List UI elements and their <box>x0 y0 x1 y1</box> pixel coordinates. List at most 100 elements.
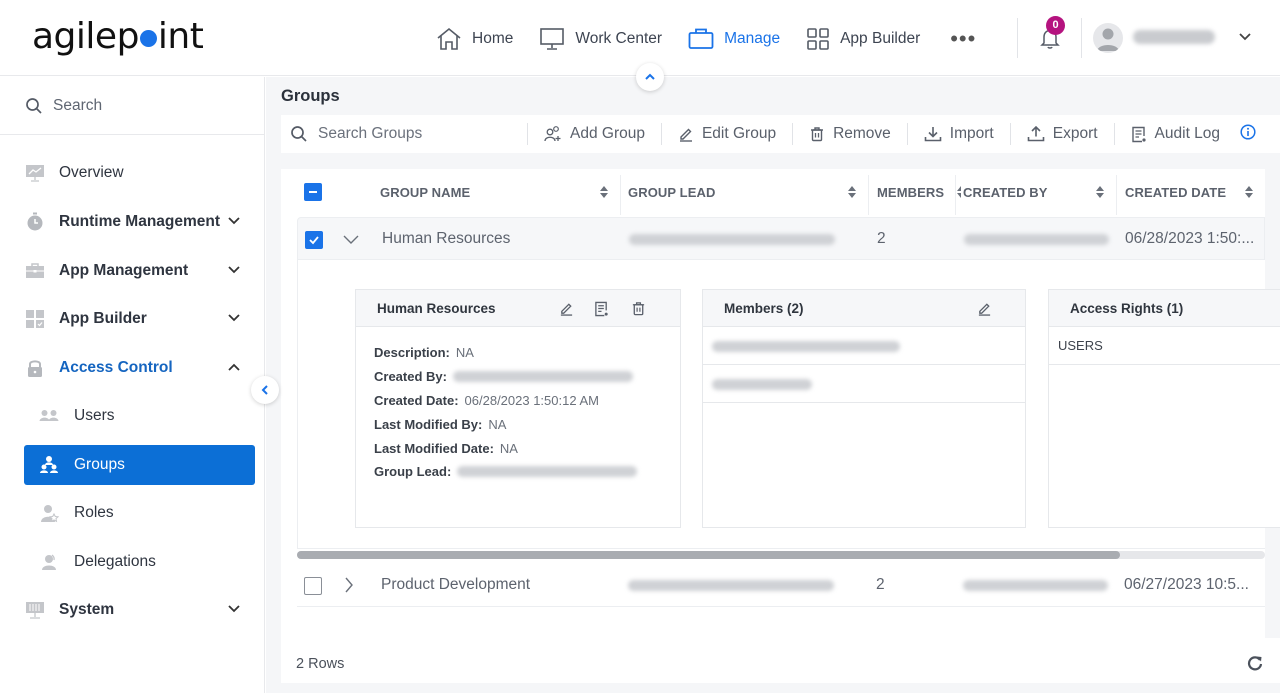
access-rights-card: Access Rights (1) USERS <box>1048 289 1280 528</box>
add-group-button[interactable]: Add Group <box>528 125 661 143</box>
group-name-cell: Product Development <box>381 576 531 593</box>
server-icon <box>24 599 46 621</box>
sidebar-item-access-control[interactable]: Access Control <box>24 348 255 388</box>
user-avatar[interactable] <box>1093 23 1123 53</box>
sidebar-item-label: App Builder <box>59 310 147 327</box>
table-row[interactable]: Product Development 2 06/27/2023 10:5... <box>297 563 1265 607</box>
nav-app-builder[interactable]: App Builder <box>806 27 920 51</box>
members-card-header: Members (2) <box>703 290 1025 327</box>
chevron-down-icon <box>343 235 359 244</box>
member-name-redacted <box>712 379 812 390</box>
info-button[interactable] <box>1240 123 1256 145</box>
audit-log-button[interactable]: Audit Log <box>1115 125 1237 143</box>
field-group-lead: Group Lead: <box>374 460 680 484</box>
column-header-group-lead[interactable]: GROUP LEAD <box>628 169 868 215</box>
collapse-sidebar-button[interactable] <box>251 376 279 404</box>
sidebar-item-app-builder[interactable]: App Builder <box>24 299 255 339</box>
sidebar-item-app-management[interactable]: App Management <box>24 251 255 291</box>
row-detail-panel: Human Resources Description: NA Created B… <box>297 260 1280 549</box>
user-menu-button[interactable] <box>1238 30 1252 49</box>
trash-icon <box>811 127 824 142</box>
chevron-down-icon <box>228 266 240 274</box>
sidebar-item-runtime-management[interactable]: Runtime Management <box>24 202 255 242</box>
column-header-group-name[interactable]: GROUP NAME <box>380 169 620 215</box>
sidebar-item-system[interactable]: System <box>24 590 255 630</box>
user-name-redacted[interactable] <box>1133 30 1215 44</box>
export-button[interactable]: Export <box>1011 125 1114 143</box>
field-label: Group Lead: <box>374 464 452 480</box>
scrollbar-thumb[interactable] <box>297 551 1120 559</box>
column-divider <box>620 175 621 215</box>
sidebar-item-label: Runtime Management <box>59 213 221 230</box>
refresh-button[interactable] <box>1247 655 1263 676</box>
user-avatar-icon <box>1097 28 1119 51</box>
column-header-created-by[interactable]: CREATED BY <box>963 169 1116 215</box>
divider <box>1017 18 1018 58</box>
member-item <box>703 327 1025 365</box>
group-info-title: Human Resources <box>377 300 496 316</box>
expand-row-button[interactable] <box>344 577 354 598</box>
sidebar-item-delegations[interactable]: Delegations <box>24 542 255 582</box>
logo-dot <box>139 30 157 47</box>
grid-icon <box>807 28 829 50</box>
sidebar-search[interactable]: Search <box>0 77 264 135</box>
members-cell: 2 <box>876 576 885 593</box>
trash-icon[interactable] <box>631 301 646 316</box>
column-label: CREATED BY <box>963 184 1048 200</box>
roles-icon <box>38 502 60 524</box>
sidebar-item-groups[interactable]: Groups <box>24 445 255 485</box>
edit-icon[interactable] <box>977 301 992 316</box>
sidebar-item-overview[interactable]: Overview <box>24 153 255 193</box>
field-last-modified-by: Last Modified By: NA <box>374 412 680 436</box>
row-checkbox[interactable] <box>305 231 323 249</box>
field-value: NA <box>499 440 518 456</box>
search-groups-input[interactable]: Search Groups <box>281 125 527 143</box>
info-icon <box>1240 123 1256 140</box>
remove-label: Remove <box>833 125 891 142</box>
column-header-members[interactable]: MEMBERS <box>877 169 961 215</box>
column-header-created-date[interactable]: CREATED DATE <box>1125 169 1265 215</box>
created-date-cell: 06/28/2023 1:50:... <box>1125 230 1255 247</box>
groups-icon <box>38 454 60 476</box>
edit-icon[interactable] <box>559 301 574 316</box>
field-label: Created Date: <box>374 392 459 408</box>
column-label: GROUP NAME <box>380 184 471 200</box>
lock-icon <box>24 357 46 379</box>
table-row[interactable]: Human Resources 2 06/28/2023 1:50:... <box>297 217 1265 260</box>
sidebar-item-users[interactable]: Users <box>24 396 255 436</box>
import-button[interactable]: Import <box>908 125 1010 143</box>
pencil-icon <box>679 128 692 142</box>
nav-home[interactable]: Home <box>436 27 513 51</box>
group-lead-cell-redacted <box>628 580 834 591</box>
chart-monitor-icon <box>24 162 46 184</box>
field-label: Last Modified By: <box>374 416 483 432</box>
add-users-icon <box>544 126 561 142</box>
sidebar-item-roles[interactable]: Roles <box>24 493 255 533</box>
collapse-row-button[interactable] <box>343 232 359 250</box>
upload-icon <box>1027 126 1045 142</box>
field-value: 06/28/2023 1:50:12 AM <box>464 392 599 408</box>
field-value: NA <box>488 416 507 432</box>
column-divider <box>1116 175 1117 215</box>
remove-button[interactable]: Remove <box>793 125 907 143</box>
group-info-fields: Description: NA Created By: Created Date:… <box>356 327 680 484</box>
field-value: NA <box>455 345 474 361</box>
app-grid-icon <box>24 308 46 330</box>
agilepoint-logo[interactable]: agilep int <box>32 16 204 57</box>
select-all-checkbox[interactable] <box>304 183 322 201</box>
row-checkbox[interactable] <box>304 577 322 595</box>
column-label: CREATED DATE <box>1125 184 1227 200</box>
edit-group-button[interactable]: Edit Group <box>662 125 792 143</box>
nav-manage[interactable]: Manage <box>688 27 780 51</box>
horizontal-scrollbar[interactable] <box>297 551 1265 559</box>
column-divider <box>868 175 869 215</box>
created-date-cell: 06/27/2023 10:5... <box>1124 576 1249 593</box>
nav-home-label: Home <box>472 30 514 47</box>
member-item <box>703 365 1025 403</box>
more-nav-button[interactable]: ••• <box>950 28 976 50</box>
audit-log-icon[interactable] <box>594 301 609 317</box>
nav-work-center[interactable]: Work Center <box>539 27 662 51</box>
field-created-date: Created Date: 06/28/2023 1:50:12 AM <box>374 389 680 413</box>
collapse-header-button[interactable] <box>636 63 664 91</box>
download-icon <box>924 127 942 142</box>
